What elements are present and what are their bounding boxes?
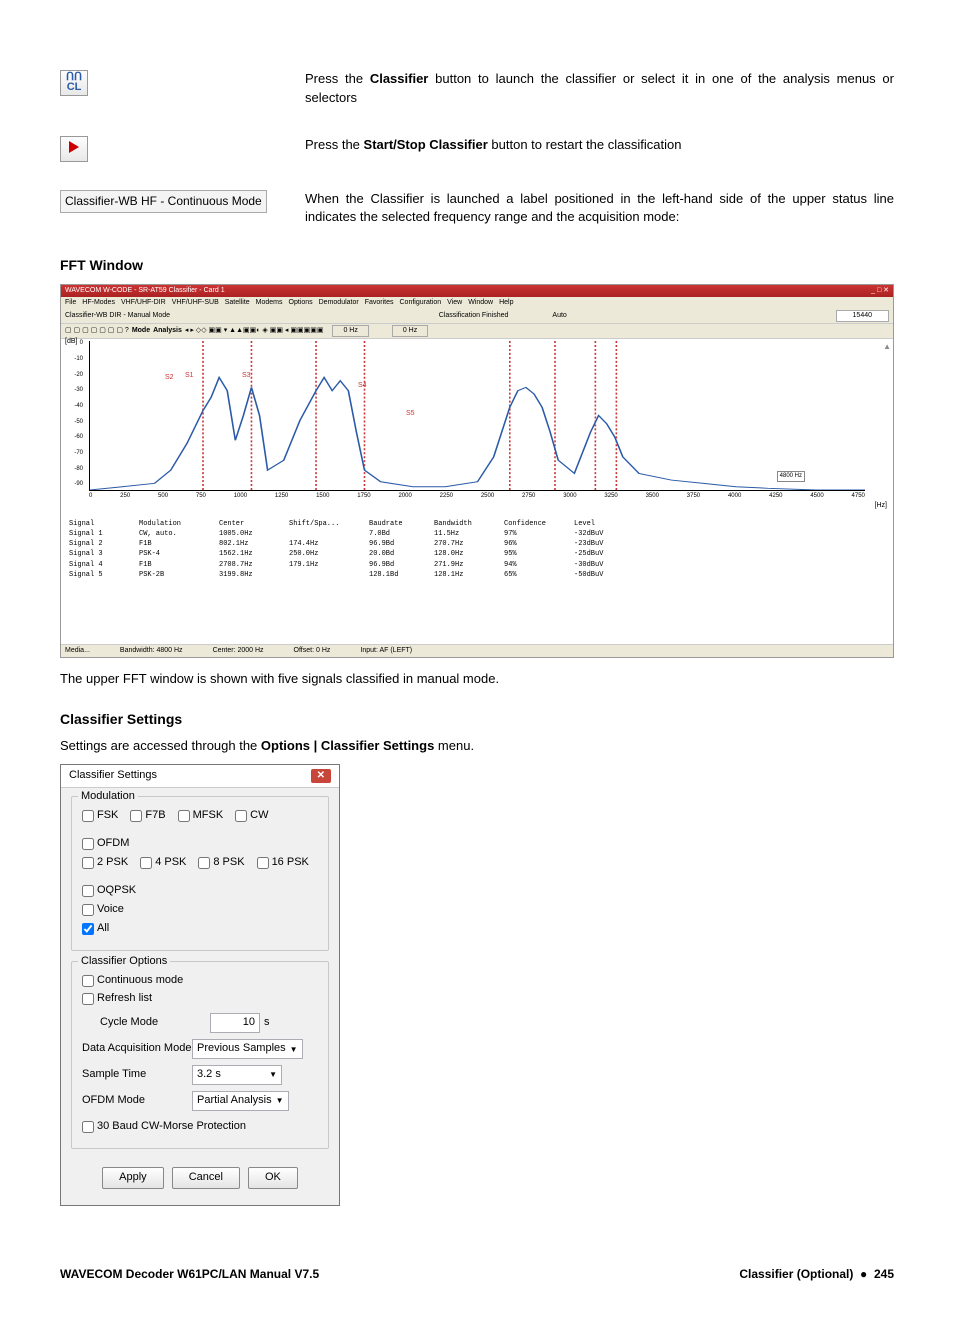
cb-2psk[interactable]: 2 PSK: [82, 855, 128, 871]
cb-morse-protection[interactable]: 30 Baud CW-Morse Protection: [82, 1119, 246, 1135]
dialog-buttons: Apply Cancel OK: [71, 1159, 329, 1195]
classifier-text: Press the Classifier button to launch th…: [305, 70, 894, 108]
table-row: Signal 1CW, auto.1005.0Hz7.0Bd11.5Hz97%-…: [69, 529, 885, 539]
data-acq-select[interactable]: Previous Samples▼: [192, 1039, 303, 1059]
sample-time-row: Sample Time 3.2 s▼: [82, 1065, 318, 1085]
menu-item[interactable]: Satellite: [225, 298, 250, 308]
menu-item[interactable]: Configuration: [400, 298, 442, 308]
options-group: Classifier Options Continuous mode Refre…: [71, 961, 329, 1150]
menu-item[interactable]: File: [65, 298, 76, 308]
ss-statusbar: Media...Bandwidth: 4800 HzCenter: 2000 H…: [61, 644, 893, 657]
cb-4psk[interactable]: 4 PSK: [140, 855, 186, 871]
classifier-settings-dialog: Classifier Settings ✕ Modulation FSK F7B…: [60, 764, 340, 1206]
table-row: Signal 3PSK-41562.1Hz250.0Hz20.0Bd128.0H…: [69, 549, 885, 559]
classifier-icon: ՈՈCL: [60, 70, 88, 96]
ss-toolbar: ▢ ▢ ▢ ▢ ▢ ▢ ▢ ? Mode Analysis ◂ ▸ ◇◇ ▣▣ …: [61, 324, 893, 339]
ss-mode-row: Classifier-WB DIR - Manual Mode Classifi…: [61, 309, 893, 324]
data-acq-row: Data Acquisition Mode Previous Samples▼: [82, 1039, 318, 1059]
instruction-row-mode: Classifier-WB HF - Continuous Mode When …: [60, 190, 894, 228]
cb-cw[interactable]: CW: [235, 808, 268, 824]
mode-chip: Classifier-WB HF - Continuous Mode: [60, 190, 267, 213]
scroll-up-icon[interactable]: ▲: [883, 341, 891, 353]
ss-titlebar: WAVECOM W-CODE - SR-AT59 Classifier - Ca…: [61, 285, 893, 297]
menu-item[interactable]: Modems: [256, 298, 283, 308]
cb-8psk[interactable]: 8 PSK: [198, 855, 244, 871]
menu-item[interactable]: HF-Modes: [82, 298, 115, 308]
modulation-group: Modulation FSK F7B MFSK CW OFDM 2 PSK 4 …: [71, 796, 329, 951]
ss-chart-area: ▲ [dB] 0-10-20-30-40-50-60-70-80-90 S1 S…: [61, 339, 893, 515]
cb-all[interactable]: All: [82, 921, 109, 937]
instruction-row-classifier: ՈՈCL Press the Classifier button to laun…: [60, 70, 894, 108]
table-row: Signal 2F1B802.1Hz174.4Hz96.9Bd270.7Hz96…: [69, 539, 885, 549]
settings-heading: Classifier Settings: [60, 709, 894, 729]
sample-time-select[interactable]: 3.2 s▼: [192, 1065, 282, 1085]
menu-item[interactable]: Window: [468, 298, 493, 308]
instruction-row-startstop: Press the Start/Stop Classifier button t…: [60, 136, 894, 162]
cb-continuous[interactable]: Continuous mode: [82, 973, 183, 989]
settings-intro: Settings are accessed through the Option…: [60, 737, 894, 756]
cb-f7b[interactable]: F7B: [130, 808, 165, 824]
chevron-down-icon: ▼: [269, 1069, 277, 1081]
ofdm-mode-select[interactable]: Partial Analysis▼: [192, 1091, 289, 1111]
cycle-mode-input[interactable]: 10: [210, 1013, 260, 1033]
menu-item[interactable]: Help: [499, 298, 513, 308]
signal-table: SignalModulationCenterShift/Spa...Baudra…: [61, 515, 893, 584]
dialog-titlebar: Classifier Settings ✕: [61, 765, 339, 788]
classifier-button-cell: ՈՈCL: [60, 70, 305, 96]
close-icon[interactable]: ✕: [311, 769, 331, 784]
cb-ofdm[interactable]: OFDM: [82, 836, 129, 852]
cb-16psk[interactable]: 16 PSK: [257, 855, 309, 871]
fft-caption: The upper FFT window is shown with five …: [60, 670, 894, 689]
play-icon: [60, 136, 88, 162]
fft-heading: FFT Window: [60, 255, 894, 275]
cb-voice[interactable]: Voice: [82, 902, 124, 918]
cb-oqpsk[interactable]: OQPSK: [82, 883, 136, 899]
fft-chart: S1 S2 S3 S4 S5 4800 Hz: [89, 341, 865, 491]
cb-fsk[interactable]: FSK: [82, 808, 118, 824]
mode-chip-cell: Classifier-WB HF - Continuous Mode: [60, 190, 305, 213]
page-footer: WAVECOM Decoder W61PC/LAN Manual V7.5 Cl…: [60, 1266, 894, 1283]
menu-item[interactable]: Favorites: [365, 298, 394, 308]
menu-item[interactable]: VHF/UHF-SUB: [172, 298, 219, 308]
cb-mfsk[interactable]: MFSK: [178, 808, 224, 824]
startstop-button-cell: [60, 136, 305, 162]
cb-refresh[interactable]: Refresh list: [82, 991, 152, 1007]
table-row: Signal 4F1B2708.7Hz179.1Hz96.9Bd271.9Hz9…: [69, 560, 885, 570]
menu-item[interactable]: View: [447, 298, 462, 308]
fft-screenshot: WAVECOM W-CODE - SR-AT59 Classifier - Ca…: [60, 284, 894, 658]
startstop-text: Press the Start/Stop Classifier button t…: [305, 136, 894, 155]
chevron-down-icon: ▼: [290, 1044, 298, 1056]
ofdm-mode-row: OFDM Mode Partial Analysis▼: [82, 1091, 318, 1111]
cycle-mode-row: Cycle Mode 10 s: [82, 1013, 318, 1033]
cancel-button[interactable]: Cancel: [172, 1167, 240, 1189]
ok-button[interactable]: OK: [248, 1167, 298, 1189]
menu-item[interactable]: Options: [289, 298, 313, 308]
mode-text: When the Classifier is launched a label …: [305, 190, 894, 228]
apply-button[interactable]: Apply: [102, 1167, 164, 1189]
table-row: Signal 5PSK-2B3199.8Hz128.1Bd128.1Hz65%-…: [69, 570, 885, 580]
menu-item[interactable]: Demodulator: [319, 298, 359, 308]
chevron-down-icon: ▼: [276, 1095, 284, 1107]
menu-item[interactable]: VHF/UHF-DIR: [121, 298, 166, 308]
ss-menubar: File HF-Modes VHF/UHF-DIR VHF/UHF-SUB Satell…: [61, 297, 893, 309]
